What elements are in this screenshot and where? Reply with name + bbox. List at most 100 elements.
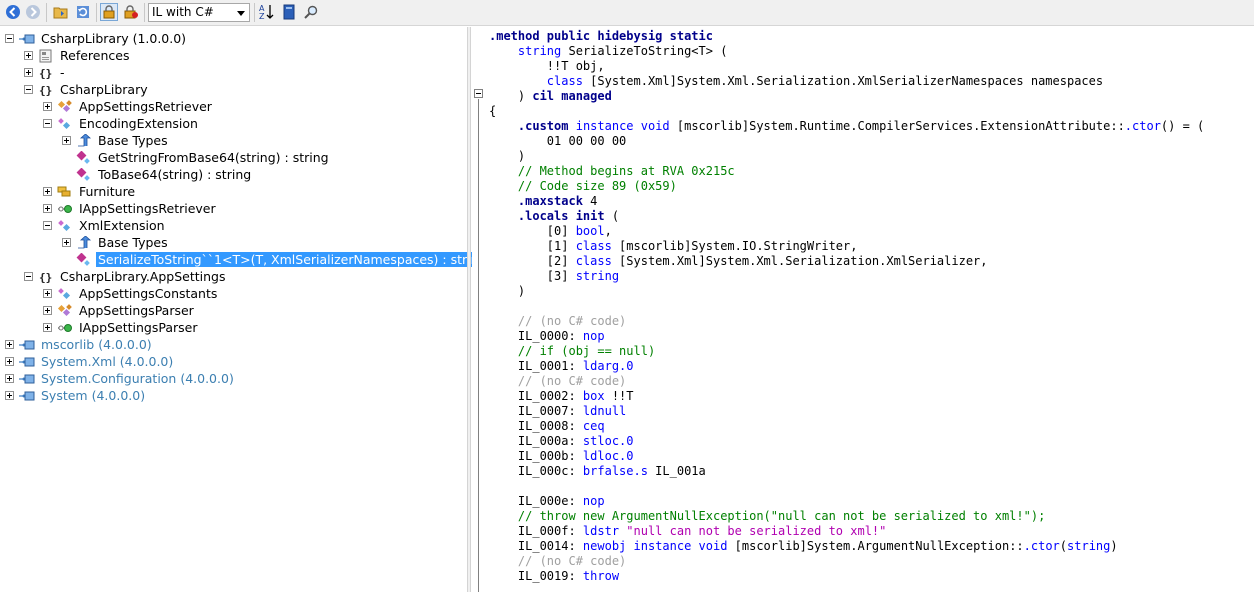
code-token: [mscorlib]System.ArgumentNullException:: bbox=[727, 539, 1024, 553]
tree-item[interactable]: CsharpLibrary (1.0.0.0) bbox=[5, 30, 188, 47]
code-token: [System.Xml]System.Xml.Serialization.Xml… bbox=[582, 74, 1104, 88]
code-view[interactable]: .method public hidebysig static string S… bbox=[472, 27, 1254, 592]
code-line: IL_000a: stloc.0 bbox=[489, 434, 634, 449]
tree-item[interactable]: GetStringFromBase64(string) : string bbox=[62, 149, 331, 166]
tree-item[interactable]: Base Types bbox=[62, 234, 170, 251]
expand-icon[interactable] bbox=[24, 51, 33, 60]
expand-icon[interactable] bbox=[24, 68, 33, 77]
book-icon[interactable] bbox=[280, 3, 298, 21]
tree-item[interactable]: AppSettingsParser bbox=[43, 302, 196, 319]
code-line: IL_0019: throw bbox=[489, 569, 619, 584]
expand-icon[interactable] bbox=[43, 323, 52, 332]
tree-item-label: IAppSettingsParser bbox=[79, 320, 198, 335]
code-line: // (no C# code) bbox=[489, 314, 626, 329]
expand-icon[interactable] bbox=[43, 289, 52, 298]
tree-item[interactable]: mscorlib (4.0.0.0) bbox=[5, 336, 154, 353]
tree-item-label: Base Types bbox=[98, 235, 168, 250]
assembly-icon bbox=[19, 372, 35, 386]
tree-item[interactable]: XmlExtension bbox=[43, 217, 167, 234]
code-token: 4 bbox=[582, 194, 598, 208]
collapse-icon[interactable] bbox=[24, 85, 33, 94]
code-line: [0] bool, bbox=[489, 224, 612, 239]
refresh-icon[interactable] bbox=[74, 3, 92, 21]
code-token: ( bbox=[604, 209, 620, 223]
tree-item[interactable]: References bbox=[24, 47, 131, 64]
code-token: .ctor bbox=[1023, 539, 1060, 553]
expand-icon[interactable] bbox=[62, 238, 71, 247]
show-internal-icon[interactable] bbox=[100, 3, 118, 21]
expand-icon[interactable] bbox=[62, 136, 71, 145]
namespace-icon: {} bbox=[38, 66, 54, 80]
expand-icon[interactable] bbox=[43, 306, 52, 315]
code-token: stloc.0 bbox=[582, 434, 634, 448]
sort-icon[interactable]: AZ bbox=[258, 3, 276, 21]
expand-icon[interactable] bbox=[5, 357, 14, 366]
method-icon bbox=[76, 252, 92, 267]
tree-item[interactable]: IAppSettingsParser bbox=[43, 319, 200, 336]
tree-item[interactable]: AppSettingsRetriever bbox=[43, 98, 214, 115]
code-line: IL_0014: newobj instance void [mscorlib]… bbox=[489, 539, 1118, 554]
collapse-icon[interactable] bbox=[43, 119, 52, 128]
expand-icon[interactable] bbox=[43, 204, 52, 213]
language-select[interactable]: IL with C# bbox=[148, 3, 250, 22]
open-file-icon[interactable] bbox=[52, 3, 70, 21]
tree-item[interactable]: System.Xml (4.0.0.0) bbox=[5, 353, 175, 370]
tree-item[interactable]: {} CsharpLibrary bbox=[24, 81, 150, 98]
code-token: 01 00 00 00 bbox=[489, 134, 627, 148]
toolbar: IL with C# AZ bbox=[0, 0, 1254, 26]
tree-item[interactable]: {} CsharpLibrary.AppSettings bbox=[24, 268, 228, 285]
code-token: // if (obj == null) bbox=[517, 344, 656, 358]
code-line: // Code size 89 (0x59) bbox=[489, 179, 677, 194]
expand-icon[interactable] bbox=[5, 340, 14, 349]
expand-icon[interactable] bbox=[43, 187, 52, 196]
search-icon[interactable] bbox=[302, 3, 320, 21]
tree-item[interactable]: SerializeToString``1<T>(T, XmlSerializer… bbox=[62, 251, 489, 268]
code-line: // throw new ArgumentNullException("null… bbox=[489, 509, 1045, 524]
collapse-icon[interactable] bbox=[24, 272, 33, 281]
code-token: string bbox=[517, 44, 562, 58]
back-icon[interactable] bbox=[4, 3, 22, 21]
code-line: class [System.Xml]System.Xml.Serializati… bbox=[489, 74, 1103, 89]
code-token: .maxstack bbox=[517, 194, 583, 208]
tree-item[interactable]: System.Configuration (4.0.0.0) bbox=[5, 370, 236, 387]
code-token: .method public hidebysig static bbox=[489, 29, 713, 43]
assembly-tree[interactable]: CsharpLibrary (1.0.0.0) References{} -{} Cs… bbox=[0, 27, 489, 592]
collapse-icon[interactable] bbox=[5, 34, 14, 43]
tree-item[interactable]: Base Types bbox=[62, 132, 170, 149]
code-token: class bbox=[575, 239, 612, 253]
code-line: IL_0002: box !!T bbox=[489, 389, 634, 404]
code-token: box bbox=[582, 389, 605, 403]
code-line: ) bbox=[489, 284, 525, 299]
panel-splitter[interactable] bbox=[467, 27, 471, 592]
tree-item[interactable]: EncodingExtension bbox=[43, 115, 200, 132]
namespace-icon: {} bbox=[38, 270, 54, 284]
expand-icon[interactable] bbox=[5, 374, 14, 383]
collapse-icon[interactable] bbox=[474, 89, 483, 98]
collapse-icon[interactable] bbox=[43, 221, 52, 230]
code-token: IL_0014: bbox=[489, 539, 583, 553]
tree-item-label: XmlExtension bbox=[79, 218, 165, 233]
forward-icon[interactable] bbox=[24, 3, 42, 21]
show-all-icon[interactable] bbox=[122, 3, 140, 21]
code-line: // (no C# code) bbox=[489, 374, 626, 389]
code-token: newobj bbox=[582, 539, 627, 553]
tree-item[interactable]: System (4.0.0.0) bbox=[5, 387, 147, 404]
code-token: // Code size 89 (0x59) bbox=[517, 179, 677, 193]
tree-item[interactable]: AppSettingsConstants bbox=[43, 285, 219, 302]
expand-icon[interactable] bbox=[43, 102, 52, 111]
code-token: ) bbox=[489, 149, 526, 163]
tree-item[interactable]: ToBase64(string) : string bbox=[62, 166, 253, 183]
tree-item[interactable]: {} - bbox=[24, 64, 67, 81]
code-token: ) bbox=[1110, 539, 1118, 553]
code-token: IL_0001: bbox=[489, 359, 583, 373]
tree-item[interactable]: Furniture bbox=[43, 183, 137, 200]
expand-icon[interactable] bbox=[5, 391, 14, 400]
tree-item[interactable]: IAppSettingsRetriever bbox=[43, 200, 218, 217]
